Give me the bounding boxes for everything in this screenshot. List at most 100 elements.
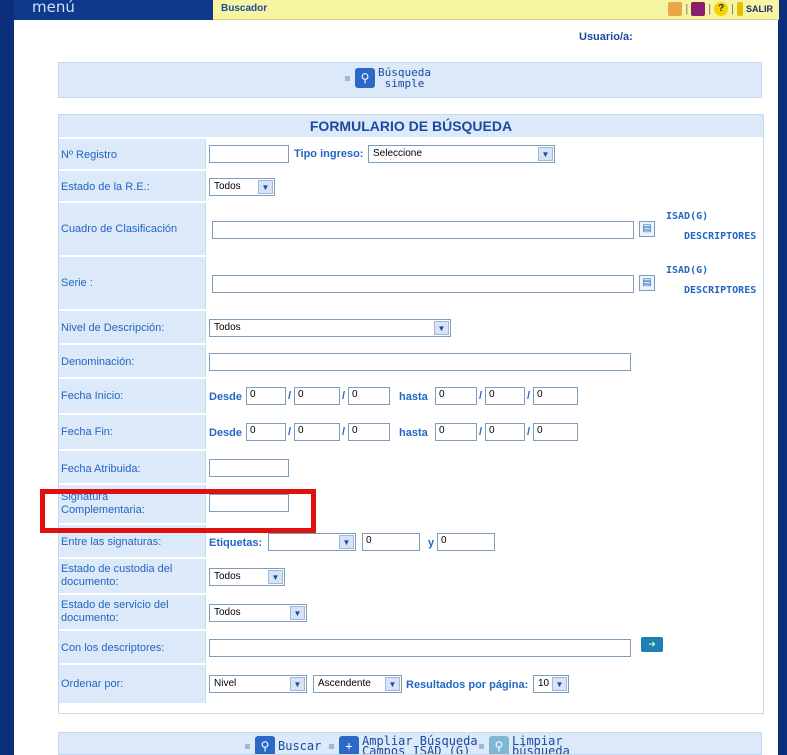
serie-descriptores-link[interactable]: DESCRIPTORES [684,285,756,296]
search-plus-icon: + [339,736,359,754]
form-title: FORMULARIO DE BÚSQUEDA [59,115,763,137]
buscar-button[interactable]: ⚲ Buscar [245,736,321,754]
cuadro-descriptores-link[interactable]: DESCRIPTORES [684,231,756,242]
chevron-down-icon: ▼ [434,321,449,335]
label-cuadro: Cuadro de Clasificación [61,223,178,235]
book-icon[interactable] [691,2,706,16]
search-icon: ⚲ [355,68,375,88]
fecha-fin-desde-mes[interactable]: 0 [294,423,340,441]
label-custodia: Estado de custodia del documento: [61,563,173,588]
fecha-inicio-desde-ano[interactable]: 0 [348,387,390,405]
user-label: Usuario/a: [579,31,633,43]
fecha-fin-hasta-dia[interactable]: 0 [435,423,477,441]
row-estado-re: Estado de la R.E.: Todos ▼ [59,169,763,201]
row-servicio: Estado de servicio del documento: Todos … [59,593,763,629]
ordenar-campo-select[interactable]: Nivel ▼ [209,675,307,693]
search-form: FORMULARIO DE BÚSQUEDA Nº Registro Tipo … [58,114,764,714]
chevron-down-icon: ▼ [339,535,354,549]
row-registro: Nº Registro Tipo ingreso: Seleccione ▼ [59,137,763,169]
salir-link[interactable]: SALIR [746,4,773,14]
cuadro-isad-link[interactable]: ISAD(G) [666,211,708,222]
row-nivel: Nivel de Descripción: Todos ▼ [59,309,763,343]
fecha-inicio-hasta-dia[interactable]: 0 [435,387,477,405]
denominacion-input[interactable] [209,353,631,371]
simple-search-line2: simple [384,77,425,90]
label-entre: Entre las signaturas: [61,536,162,548]
row-fecha-fin: Fecha Fin: Desde 0 / 0 / 0 hasta 0 / 0 /… [59,413,763,449]
label-servicio: Estado de servicio del documento: [61,599,169,624]
main-area: ⚲ Búsqueda simple FORMULARIO DE BÚSQUEDA… [14,50,778,755]
descriptores-input[interactable] [209,639,631,657]
cuadro-input[interactable] [212,221,634,239]
entre-from-input[interactable]: 0 [362,533,420,551]
registro-input[interactable] [209,145,289,163]
chevron-down-icon: ▼ [538,147,553,161]
signatura-input[interactable] [209,494,289,512]
search-tab[interactable]: Buscador | | ? | SALIR [213,0,779,20]
people-icon[interactable] [668,2,683,16]
left-frame [0,0,14,755]
fecha-fin-desde-dia[interactable]: 0 [246,423,286,441]
row-serie: Serie : ▤ ISAD(G) DESCRIPTORES [59,255,763,309]
fecha-inicio-desde-dia[interactable]: 0 [246,387,286,405]
limpiar-busqueda-button[interactable]: ⚲ Limpiar búsqueda [479,735,570,754]
help-icon[interactable]: ? [714,2,729,16]
eraser-icon: ⚲ [489,736,509,754]
fecha-inicio-desde-mes[interactable]: 0 [294,387,340,405]
tipo-ingreso-select[interactable]: Seleccione ▼ [368,145,555,163]
servicio-select[interactable]: Todos ▼ [209,604,307,622]
desde-label: Desde [209,391,243,403]
estado-re-select[interactable]: Todos ▼ [209,178,275,196]
nivel-select[interactable]: Todos ▼ [209,319,451,337]
label-fecha-inicio: Fecha Inicio: [61,390,124,402]
label-signatura: Signatura Complementaria: [61,491,145,516]
fecha-fin-desde-ano[interactable]: 0 [348,423,390,441]
chevron-down-icon: ▼ [258,180,273,194]
picker-icon[interactable]: ▤ [639,221,655,237]
ampliar-busqueda-button[interactable]: + Ampliar Búsqueda Campos ISAD (G) [329,735,478,754]
user-row: Usuario/a: [14,20,778,50]
tipo-ingreso-label: Tipo ingreso: [294,148,364,160]
serie-isad-link[interactable]: ISAD(G) [666,265,708,276]
search-icon: ⚲ [255,736,275,754]
menu-link[interactable]: menú [32,0,75,16]
row-cuadro: Cuadro de Clasificación ▤ ISAD(G) DESCRI… [59,201,763,255]
label-ordenar: Ordenar por: [61,678,124,690]
fecha-fin-hasta-ano[interactable]: 0 [533,423,578,441]
fecha-inicio-hasta-ano[interactable]: 0 [533,387,578,405]
row-denominacion: Denominación: [59,343,763,377]
row-signatura: Signatura Complementaria: [59,483,763,523]
exit-icon[interactable] [737,2,743,16]
label-fecha-atribuida: Fecha Atribuida: [61,463,141,475]
row-entre: Entre las signaturas: Etiquetas: ▼ 0 y 0 [59,523,763,557]
label-descriptores: Con los descriptores: [61,642,165,654]
simple-search-bar: ⚲ Búsqueda simple [58,62,762,98]
right-frame [778,0,787,755]
fecha-atribuida-input[interactable] [209,459,289,477]
simple-search-button[interactable]: ⚲ Búsqueda simple [345,67,431,89]
descriptores-go-icon[interactable]: ➜ [641,637,663,652]
row-ordenar: Ordenar por: Nivel ▼ Ascendente ▼ Result… [59,663,763,703]
hasta-label: hasta [399,427,428,439]
fecha-inicio-hasta-mes[interactable]: 0 [485,387,525,405]
label-nivel: Nivel de Descripción: [61,322,165,334]
etiquetas-select[interactable]: ▼ [268,533,356,551]
serie-input[interactable] [212,275,634,293]
fecha-fin-hasta-mes[interactable]: 0 [485,423,525,441]
row-descriptores: Con los descriptores: ➜ [59,629,763,663]
label-registro: Nº Registro [61,149,117,161]
resultados-select[interactable]: 10 ▼ [533,675,569,693]
desde-label: Desde [209,427,243,439]
custodia-select[interactable]: Todos ▼ [209,568,285,586]
entre-to-input[interactable]: 0 [437,533,495,551]
chevron-down-icon: ▼ [290,606,305,620]
toolbar-icons: | | ? | SALIR [668,2,773,16]
picker-icon[interactable]: ▤ [639,275,655,291]
label-serie: Serie : [61,277,93,289]
chevron-down-icon: ▼ [552,677,567,691]
ordenar-direccion-select[interactable]: Ascendente ▼ [313,675,402,693]
row-custodia: Estado de custodia del documento: Todos … [59,557,763,593]
label-denominacion: Denominación: [61,356,135,368]
resultados-label: Resultados por página: [406,679,529,691]
bottom-actions-bar: ⚲ Buscar + Ampliar Búsqueda Campos ISAD … [58,732,762,755]
